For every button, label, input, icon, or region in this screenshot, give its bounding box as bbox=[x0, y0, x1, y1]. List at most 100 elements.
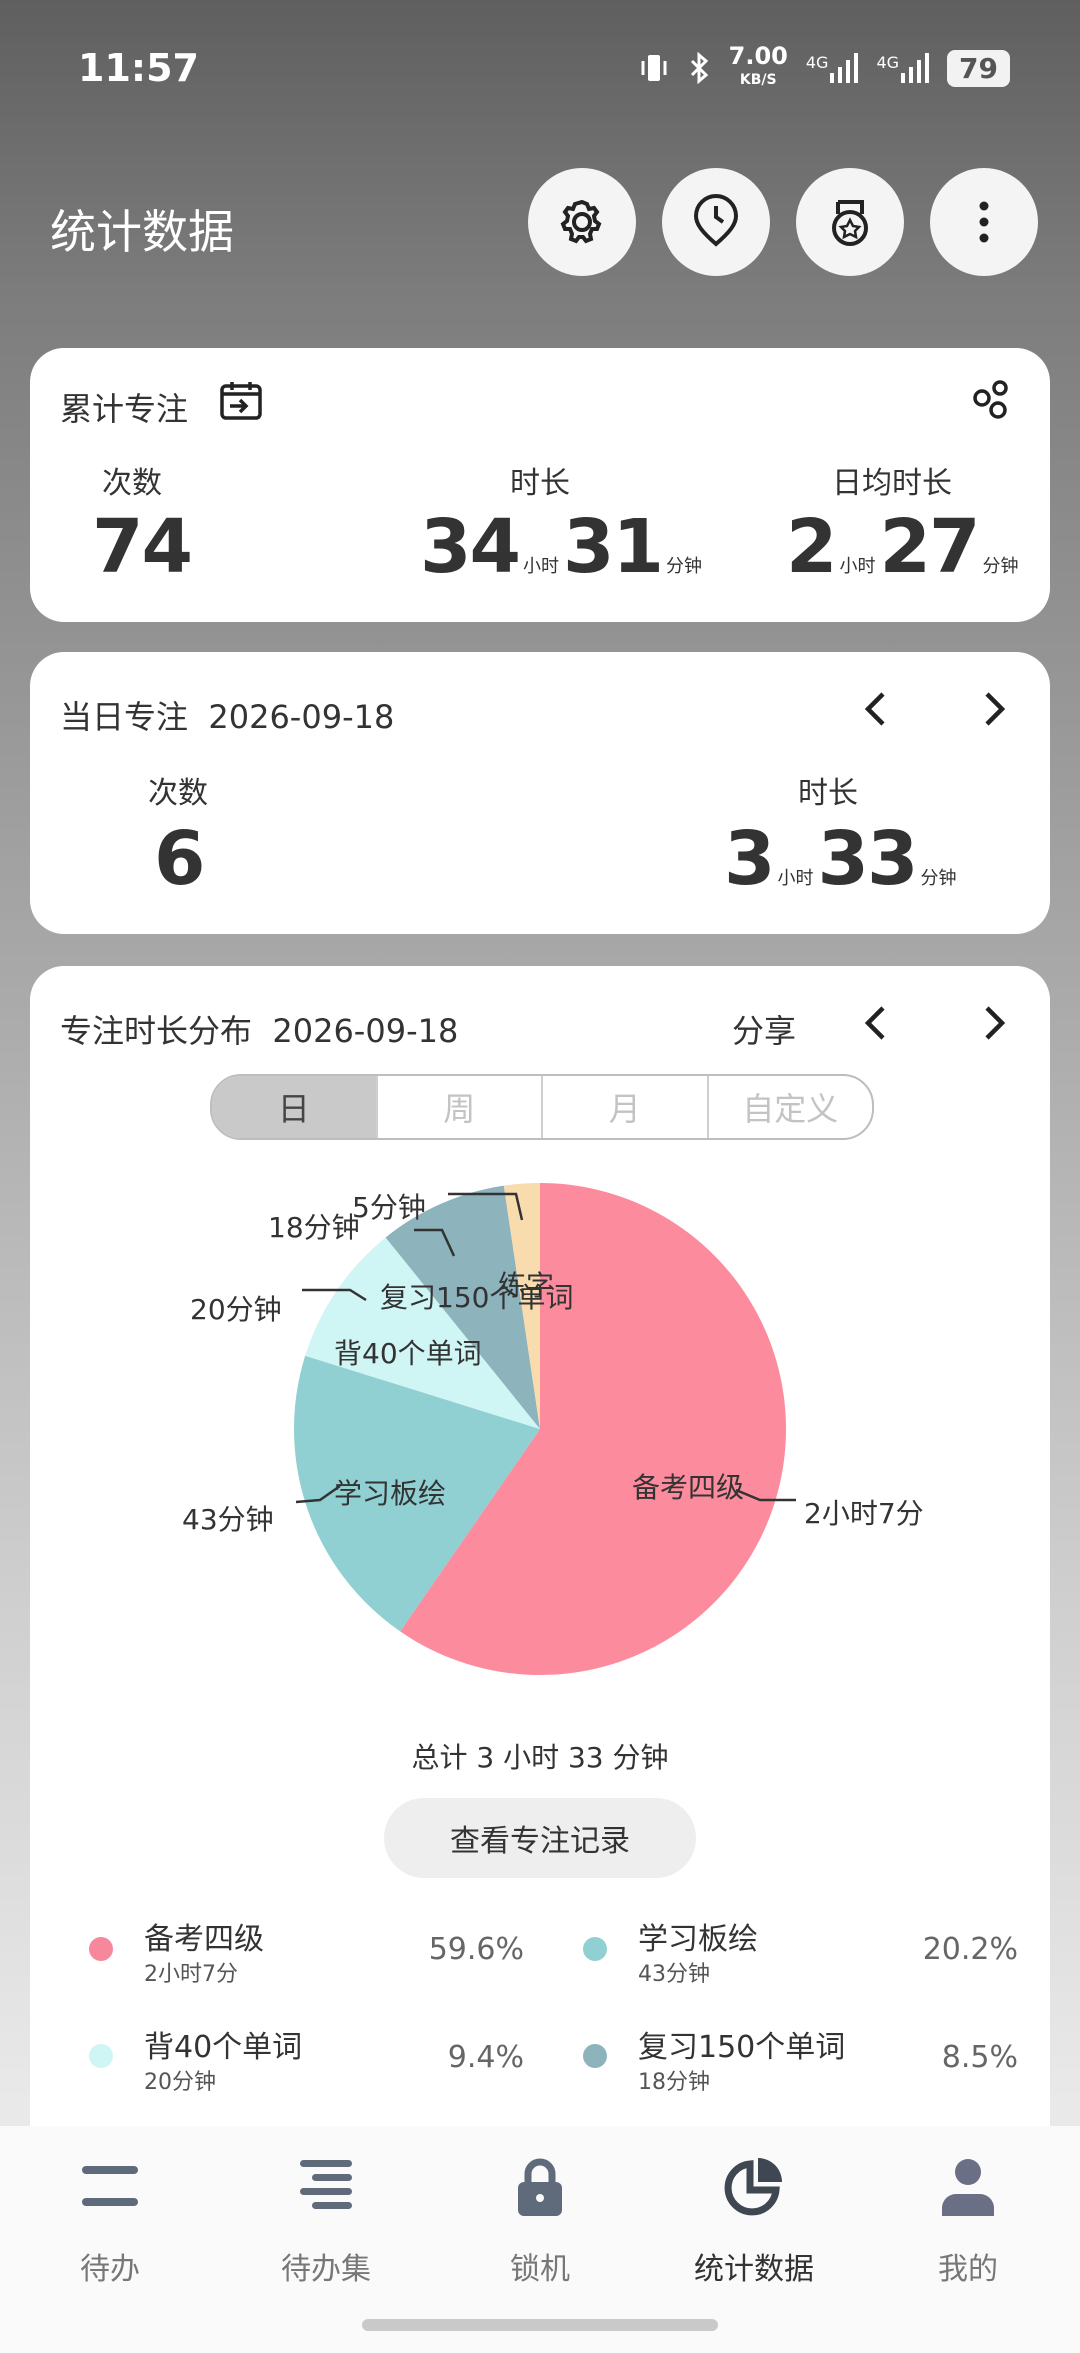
legend-name: 复习150个单词 bbox=[638, 2030, 846, 2065]
cumulative-title: 累计专注 bbox=[60, 390, 189, 428]
legend-percent: 9.4% bbox=[447, 2040, 524, 2075]
daily-duration-hours: 3 bbox=[724, 816, 775, 902]
count-label: 次数 bbox=[102, 466, 162, 501]
daily-count-label: 次数 bbox=[148, 776, 208, 811]
net-speed-value: 7.00 bbox=[728, 42, 788, 70]
signal-icon bbox=[830, 53, 859, 83]
distribution-title-text: 专注时长分布 bbox=[60, 1012, 253, 1050]
tab-day[interactable]: 日 bbox=[212, 1076, 378, 1138]
duration-label: 时长 bbox=[510, 466, 570, 501]
pie-value-label: 18分钟 bbox=[268, 1211, 360, 1244]
tab-month[interactable]: 月 bbox=[543, 1076, 709, 1138]
more-vert-icon bbox=[979, 201, 989, 243]
bluetooth-icon bbox=[690, 51, 708, 85]
unit-minute: 分钟 bbox=[665, 556, 702, 577]
daily-focus-card: 当日专注 2026-09-18 次数 6 时长 3 小时33 分钟 bbox=[30, 652, 1050, 934]
net-speed-unit: KB/S bbox=[739, 72, 777, 88]
home-indicator bbox=[362, 2319, 718, 2331]
tab-week[interactable]: 周 bbox=[378, 1076, 543, 1138]
daily-duration-value: 3 小时33 分钟 bbox=[724, 816, 960, 902]
legend-name: 学习板绘 bbox=[638, 1922, 758, 1957]
previous-period-button[interactable] bbox=[852, 998, 902, 1048]
nav-label: 待办 bbox=[80, 2252, 140, 2287]
signal-icon bbox=[901, 53, 930, 83]
nav-todo-set[interactable]: 待办集 bbox=[218, 2154, 434, 2288]
unit-hour: 小时 bbox=[839, 556, 876, 577]
settings-button[interactable] bbox=[528, 168, 636, 276]
bubbles-icon[interactable] bbox=[970, 378, 1014, 422]
legend-duration: 2小时7分 bbox=[144, 1962, 238, 1987]
unit-hour: 小时 bbox=[522, 556, 559, 577]
share-button[interactable]: 分享 bbox=[732, 1006, 796, 1052]
legend-percent: 8.5% bbox=[941, 2040, 1018, 2075]
pie-value-label: 5分钟 bbox=[352, 1191, 426, 1224]
previous-day-button[interactable] bbox=[852, 684, 902, 734]
duration-hours: 34 bbox=[420, 504, 521, 590]
daily-title-text: 当日专注 bbox=[60, 698, 189, 736]
pie-slice-label: 备考四级 bbox=[632, 1471, 745, 1504]
legend-duration: 18分钟 bbox=[638, 2070, 710, 2095]
gear-icon bbox=[560, 199, 602, 244]
clock-pin-icon bbox=[693, 194, 739, 247]
duration-minutes: 31 bbox=[562, 504, 664, 590]
total-duration: 总计 3 小时 33 分钟 bbox=[411, 1741, 669, 1774]
signal-1: 4G bbox=[806, 53, 859, 83]
todo-set-icon bbox=[300, 2160, 352, 2209]
network-type-1: 4G bbox=[805, 53, 829, 72]
period-tabs: 日 周 月 自定义 bbox=[210, 1074, 874, 1140]
pie-slice-label: 练字 bbox=[498, 1269, 555, 1302]
distribution-date: 2026-09-18 bbox=[272, 1012, 459, 1050]
nav-label: 统计数据 bbox=[694, 2252, 814, 2287]
daily-count-value: 6 bbox=[154, 816, 205, 902]
legend-duration: 43分钟 bbox=[638, 1962, 710, 1987]
unit-minute: 分钟 bbox=[982, 556, 1019, 577]
network-type-2: 4G bbox=[876, 53, 900, 72]
achievements-button[interactable] bbox=[796, 168, 904, 276]
daily-duration-label: 时长 bbox=[798, 776, 858, 811]
daily-average-hours: 2 bbox=[786, 504, 837, 590]
count-value: 74 bbox=[92, 504, 193, 590]
signal-2: 4G bbox=[876, 53, 930, 83]
cumulative-focus-card: 累计专注 次数 74 时长 34 小时31 分钟 日均时长 2 小时27 分钟 bbox=[30, 348, 1050, 622]
nav-label: 锁机 bbox=[510, 2252, 570, 2287]
status-icons: 7.00 KB/S 4G 4G 79 bbox=[637, 44, 1010, 90]
nav-todo[interactable]: 待办 bbox=[2, 2154, 218, 2288]
more-options-button[interactable] bbox=[930, 168, 1038, 276]
lock-icon bbox=[518, 2158, 562, 2216]
duration-value: 34 小时31 分钟 bbox=[420, 504, 706, 590]
legend-color-dot bbox=[89, 2044, 113, 2068]
tab-custom[interactable]: 自定义 bbox=[709, 1076, 873, 1138]
daily-average-minutes: 27 bbox=[879, 504, 981, 590]
daily-average-value: 2 小时27 分钟 bbox=[786, 504, 1022, 590]
legend-percent: 20.2% bbox=[922, 1932, 1018, 1967]
nav-lock[interactable]: 锁机 bbox=[432, 2154, 648, 2288]
net-speed: 7.00 KB/S bbox=[729, 44, 788, 90]
nav-profile[interactable]: 我的 bbox=[860, 2154, 1076, 2288]
battery-indicator: 79 bbox=[947, 49, 1010, 87]
view-records-button[interactable]: 查看专注记录 bbox=[384, 1798, 696, 1878]
calendar-export-icon[interactable] bbox=[218, 378, 264, 424]
legend-duration: 20分钟 bbox=[144, 2070, 216, 2095]
daily-title: 当日专注 2026-09-18 bbox=[60, 692, 394, 738]
daily-duration-minutes: 33 bbox=[817, 816, 919, 902]
daily-date: 2026-09-18 bbox=[208, 698, 395, 736]
legend-percent: 59.6% bbox=[428, 1932, 524, 1967]
next-day-button[interactable] bbox=[968, 684, 1018, 734]
unit-minute: 分钟 bbox=[920, 868, 957, 889]
vibrate-icon bbox=[641, 55, 667, 81]
pie-chart-icon bbox=[724, 2158, 782, 2216]
nav-label: 我的 bbox=[938, 2252, 998, 2287]
next-period-button[interactable] bbox=[968, 998, 1018, 1048]
pie-value-label: 2小时7分 bbox=[804, 1497, 924, 1530]
view-records-label: 查看专注记录 bbox=[450, 1824, 630, 1859]
status-bar: 11:57 7.00 KB/S 4G 4G 79 bbox=[0, 0, 1080, 140]
focus-timeline-button[interactable] bbox=[662, 168, 770, 276]
nav-statistics[interactable]: 统计数据 bbox=[646, 2154, 862, 2288]
legend-name: 背40个单词 bbox=[144, 2030, 303, 2065]
nav-label: 待办集 bbox=[281, 2252, 371, 2287]
pie-value-label: 20分钟 bbox=[190, 1293, 282, 1326]
unit-hour: 小时 bbox=[777, 868, 814, 889]
daily-average-label: 日均时长 bbox=[832, 466, 952, 501]
status-time: 11:57 bbox=[78, 46, 199, 90]
distribution-title: 专注时长分布 2026-09-18 bbox=[60, 1006, 458, 1052]
